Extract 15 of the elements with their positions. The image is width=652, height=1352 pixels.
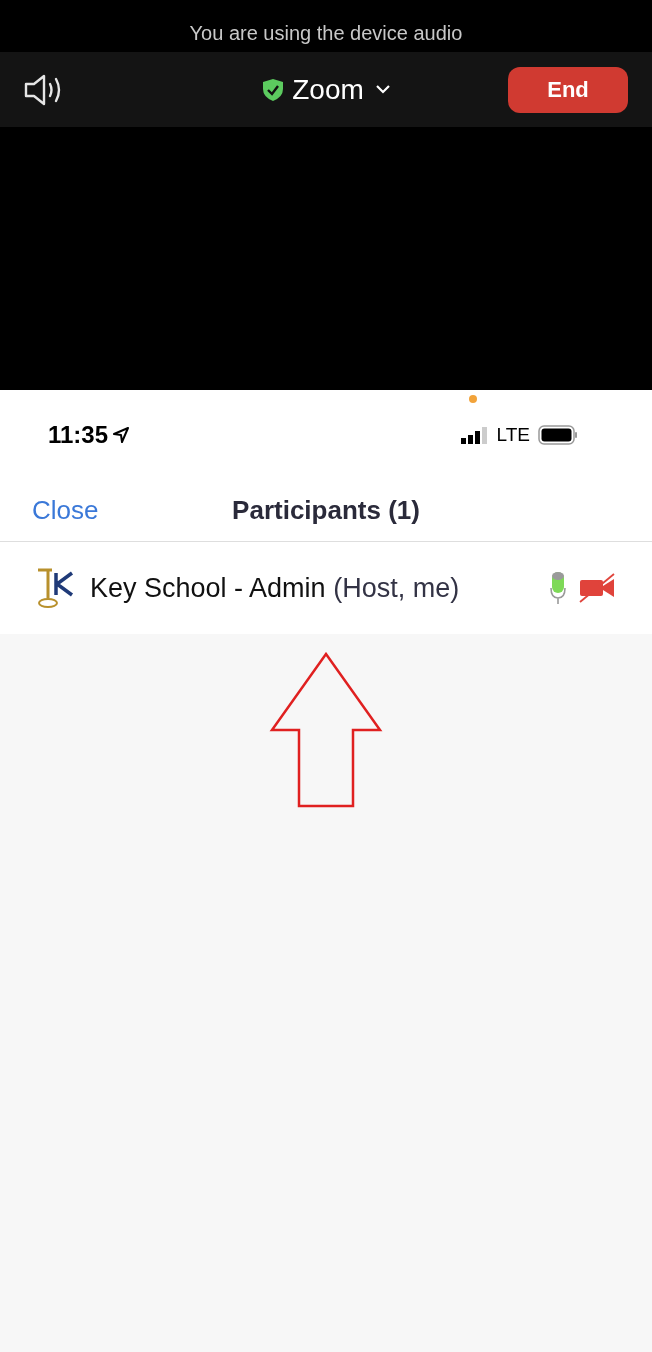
video-off-icon[interactable]: [578, 573, 616, 603]
meeting-title-dropdown[interactable]: Zoom: [292, 68, 390, 111]
close-button[interactable]: Close: [32, 491, 99, 530]
key-logo-icon: [36, 567, 74, 609]
signal-icon: [460, 426, 489, 444]
network-label: LTE: [496, 422, 530, 447]
end-button[interactable]: End: [508, 66, 628, 113]
clock: 11:35: [48, 420, 109, 450]
chevron-down-icon: [375, 85, 390, 94]
participant-name: Key School - Admin (Host, me): [90, 571, 460, 605]
location-arrow-icon: [112, 426, 131, 444]
participants-title: Participants (1): [232, 494, 420, 527]
battery-icon: [538, 425, 578, 445]
audio-notice: You are using the device audio: [189, 21, 463, 46]
microphone-icon[interactable]: [550, 571, 566, 605]
